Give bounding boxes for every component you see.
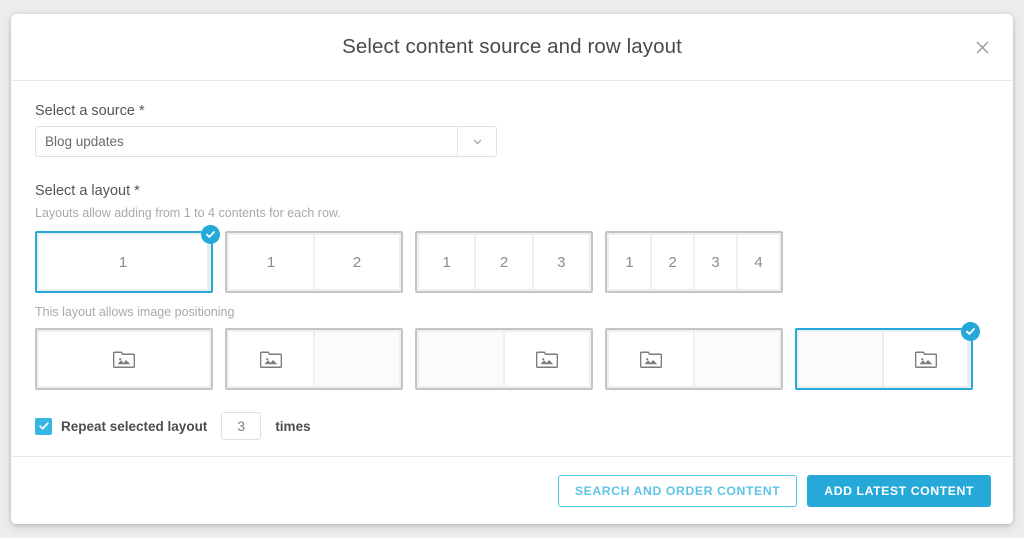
layout-option-image-full-width[interactable] [35,328,213,390]
layout-cell-image [505,332,589,386]
layout-cell: 1 [609,235,650,289]
layout-cell-empty [315,332,399,386]
close-icon[interactable] [969,34,995,60]
layout-option-1-column[interactable]: 1 [35,231,213,293]
layout-option-image-left-wide-right[interactable] [225,328,403,390]
layout-option-image-right-narrow[interactable] [795,328,973,390]
add-latest-content-button[interactable]: ADD LATEST CONTENT [807,475,991,507]
chevron-down-icon[interactable] [458,127,496,156]
layout-cell: 2 [315,235,399,289]
image-placeholder-icon [260,349,282,369]
layout-cell-empty [695,332,779,386]
layout-cell: 1 [39,235,207,289]
layout-option-image-right-wide-left[interactable] [415,328,593,390]
layout-cell: 2 [652,235,693,289]
layout-cell: 4 [738,235,779,289]
dialog-footer: SEARCH AND ORDER CONTENT ADD LATEST CONT… [11,456,1013,524]
page-title: Select content source and row layout [342,35,682,59]
source-label: Select a source * [35,103,989,119]
layout-option-image-left-narrow[interactable] [605,328,783,390]
repeat-times-input[interactable] [221,412,261,440]
layout-cell-image [884,332,967,386]
layout-cell-image [609,332,693,386]
image-placeholder-icon [536,349,558,369]
layout-cell: 2 [476,235,531,289]
layout-cell-empty [419,332,503,386]
search-and-order-content-button[interactable]: SEARCH AND ORDER CONTENT [558,475,797,507]
repeat-times-suffix: times [275,419,310,434]
layout-option-3-columns[interactable]: 1 2 3 [415,231,593,293]
checkmark-icon [38,420,50,432]
selected-check-icon [961,322,980,341]
layout-cell: 3 [534,235,589,289]
layout-hint: Layouts allow adding from 1 to 4 content… [35,206,989,220]
layout-cell: 1 [419,235,474,289]
source-select[interactable]: Blog updates [35,126,497,157]
layout-cell-image [229,332,313,386]
layout-cell: 1 [229,235,313,289]
selected-check-icon [201,225,220,244]
layout-cell: 3 [695,235,736,289]
layout-label: Select a layout * [35,183,989,199]
repeat-layout-row: Repeat selected layout times [35,412,989,440]
select-content-dialog: Select content source and row layout Sel… [11,14,1013,524]
layout-cell-image [39,332,209,386]
image-layout-options [35,328,989,390]
layout-option-2-columns[interactable]: 1 2 [225,231,403,293]
image-placeholder-icon [113,349,135,369]
source-select-value: Blog updates [36,127,458,156]
image-placeholder-icon [915,349,937,369]
column-layout-options: 1 1 2 1 2 3 1 2 3 4 [35,231,989,293]
repeat-layout-label: Repeat selected layout [61,419,207,434]
repeat-layout-checkbox[interactable] [35,418,52,435]
dialog-header: Select content source and row layout [11,14,1013,81]
dialog-body: Select a source * Blog updates Select a … [11,81,1013,456]
image-positioning-hint: This layout allows image positioning [35,305,989,319]
layout-cell-empty [799,332,882,386]
image-placeholder-icon [640,349,662,369]
layout-option-4-columns[interactable]: 1 2 3 4 [605,231,783,293]
